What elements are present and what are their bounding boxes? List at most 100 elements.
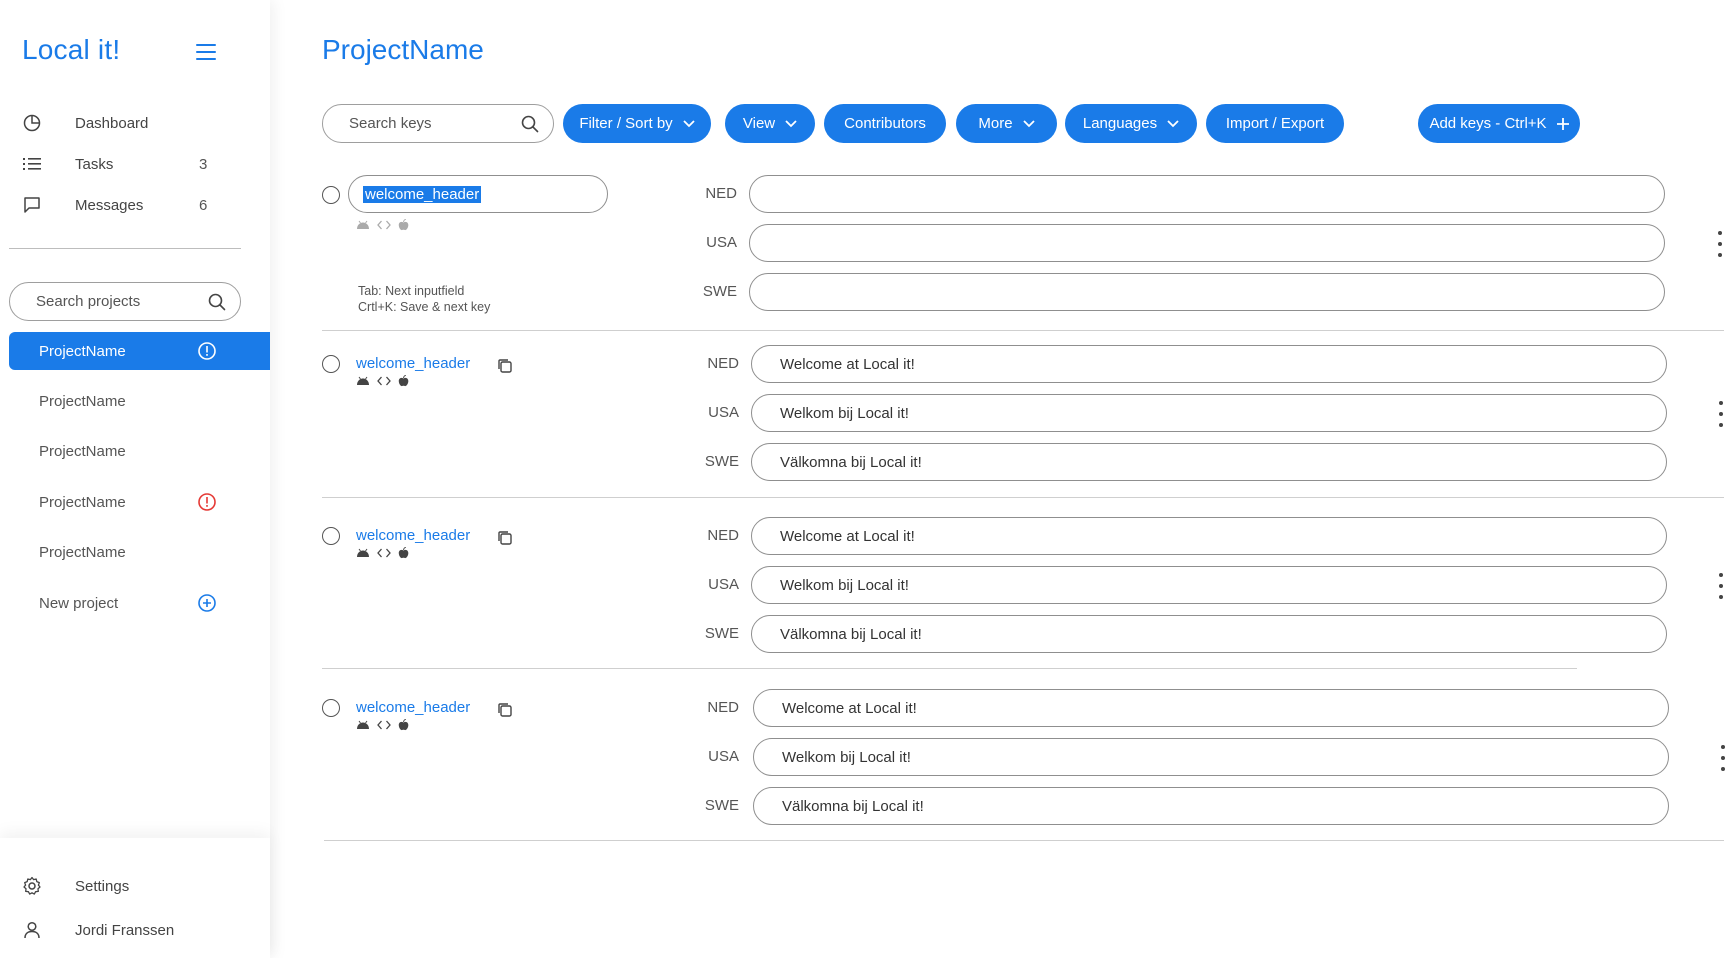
project-item-1[interactable]: ProjectName	[9, 332, 270, 370]
translation-value: Welkom bij Local it!	[780, 404, 909, 422]
project-search-input[interactable]: Search projects	[9, 282, 241, 321]
languages-button[interactable]: Languages	[1065, 104, 1197, 143]
nav-messages-label: Messages	[75, 196, 144, 214]
project-item-label: ProjectName	[39, 442, 126, 460]
nav-tasks[interactable]: Tasks 3	[22, 152, 222, 176]
sidebar-divider	[9, 248, 241, 249]
project-item-5[interactable]: ProjectName	[9, 533, 270, 571]
new-project-label: New project	[39, 594, 119, 612]
row-divider	[324, 840, 1724, 841]
project-item-2[interactable]: ProjectName	[9, 382, 270, 420]
translation-field-swe[interactable]: Välkomna bij Local it!	[753, 787, 1669, 825]
messages-icon	[22, 195, 42, 215]
chevron-down-icon	[785, 119, 797, 127]
translation-field-usa[interactable]	[749, 224, 1665, 262]
more-vertical-icon[interactable]	[1718, 401, 1724, 427]
tasks-count: 3	[199, 155, 208, 173]
translation-value: Welkom bij Local it!	[780, 576, 909, 594]
user-name: Jordi Franssen	[75, 921, 175, 939]
key-name-link[interactable]: welcome_header	[356, 355, 470, 372]
platform-icons	[356, 375, 409, 387]
key-editor-new: welcome_header Tab: Next inputfield Crtl…	[322, 175, 1728, 335]
copy-icon[interactable]	[496, 357, 514, 375]
translation-value: Välkomna bij Local it!	[780, 453, 922, 471]
settings-label: Settings	[75, 877, 130, 895]
translation-field-swe[interactable]: Välkomna bij Local it!	[751, 443, 1667, 481]
translation-field-swe[interactable]	[749, 273, 1665, 311]
project-item-label: ProjectName	[39, 392, 126, 410]
sidebar: Local it! Dashboard Tasks 3 Messages 6 S…	[0, 0, 270, 958]
lang-label: NED	[707, 527, 739, 544]
filter-sort-button[interactable]: Filter / Sort by	[563, 104, 711, 143]
project-item-3[interactable]: ProjectName	[9, 432, 270, 470]
project-search-placeholder: Search projects	[36, 293, 141, 310]
nav-messages[interactable]: Messages 6	[22, 193, 222, 217]
user-profile[interactable]: Jordi Franssen	[22, 918, 242, 942]
nav-dashboard-label: Dashboard	[75, 114, 149, 132]
key-name-link[interactable]: welcome_header	[356, 699, 470, 716]
view-button[interactable]: View	[725, 104, 815, 143]
key-search-input[interactable]: Search keys	[322, 104, 554, 143]
settings-icon	[23, 876, 41, 895]
search-icon	[208, 293, 226, 310]
translation-field-ned[interactable]: Welcome at Local it!	[753, 689, 1669, 727]
platform-icons	[356, 547, 409, 559]
translation-value: Welcome at Local it!	[782, 699, 917, 717]
copy-icon[interactable]	[496, 529, 514, 547]
project-item-label: ProjectName	[39, 543, 126, 561]
more-button[interactable]: More	[956, 104, 1057, 143]
settings-link[interactable]: Settings	[22, 874, 242, 898]
key-select-radio[interactable]	[322, 186, 340, 204]
copy-icon[interactable]	[496, 701, 514, 719]
more-vertical-icon[interactable]	[1720, 745, 1726, 771]
lang-label: SWE	[704, 625, 739, 642]
key-select-radio[interactable]	[322, 527, 340, 545]
translation-field-ned[interactable]	[749, 175, 1665, 213]
apple-icon	[398, 219, 409, 231]
key-select-radio[interactable]	[322, 355, 340, 373]
apple-icon	[398, 375, 409, 387]
add-keys-button[interactable]: Add keys - Ctrl+K	[1418, 104, 1580, 143]
code-icon	[377, 548, 391, 558]
key-name-value: welcome_header	[363, 185, 482, 203]
key-name-input[interactable]: welcome_header	[348, 175, 608, 213]
project-item-label: ProjectName	[39, 342, 126, 360]
translation-field-ned[interactable]: Welcome at Local it!	[751, 345, 1667, 383]
error-icon	[198, 493, 216, 511]
key-name-link[interactable]: welcome_header	[356, 527, 470, 544]
project-item-4[interactable]: ProjectName	[9, 483, 270, 521]
page-title: ProjectName	[322, 34, 484, 65]
user-icon	[24, 921, 40, 939]
new-project-button[interactable]: New project	[9, 584, 270, 622]
sidebar-footer: Settings Jordi Franssen	[0, 838, 270, 958]
filter-sort-label: Filter / Sort by	[579, 115, 673, 132]
chevron-down-icon	[683, 119, 695, 127]
row-divider	[322, 330, 1724, 331]
lang-label: USA	[708, 748, 739, 765]
translation-field-ned[interactable]: Welcome at Local it!	[751, 517, 1667, 555]
translation-field-usa[interactable]: Welkom bij Local it!	[751, 566, 1667, 604]
key-select-radio[interactable]	[322, 699, 340, 717]
translation-field-usa[interactable]: Welkom bij Local it!	[753, 738, 1669, 776]
app-logo[interactable]: Local it!	[22, 34, 120, 66]
contributors-label: Contributors	[844, 115, 926, 132]
translation-field-swe[interactable]: Välkomna bij Local it!	[751, 615, 1667, 653]
translation-field-usa[interactable]: Welkom bij Local it!	[751, 394, 1667, 432]
chevron-down-icon	[1022, 119, 1035, 127]
more-vertical-icon[interactable]	[1717, 231, 1723, 257]
apple-icon	[398, 719, 409, 731]
main-content: ProjectName Search keys Filter / Sort by…	[270, 0, 1728, 958]
nav-dashboard[interactable]: Dashboard	[22, 111, 222, 135]
languages-label: Languages	[1082, 115, 1158, 132]
tasks-icon	[22, 154, 42, 174]
search-icon	[521, 115, 539, 132]
contributors-button[interactable]: Contributors	[824, 104, 946, 143]
messages-count: 6	[199, 196, 208, 214]
warning-icon	[198, 342, 216, 360]
menu-icon[interactable]	[196, 44, 216, 60]
android-icon	[357, 720, 369, 729]
more-vertical-icon[interactable]	[1718, 573, 1724, 599]
translation-value: Welkom bij Local it!	[782, 748, 911, 766]
import-export-button[interactable]: Import / Export	[1206, 104, 1344, 143]
apple-icon	[398, 547, 409, 559]
